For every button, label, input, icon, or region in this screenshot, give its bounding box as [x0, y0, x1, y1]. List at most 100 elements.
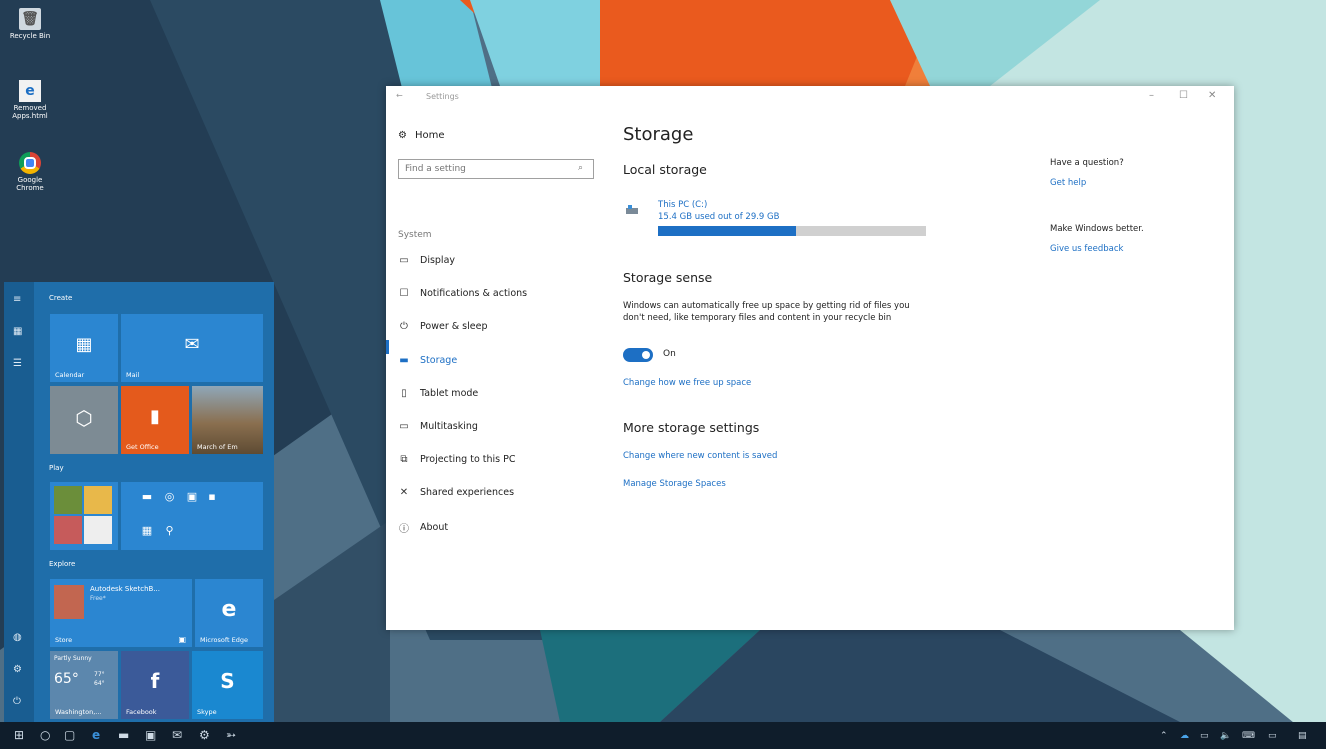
file-explorer-icon[interactable]: ▬ [118, 728, 129, 742]
minimize-button[interactable]: – [1149, 90, 1154, 101]
tile-label: Calendar [55, 371, 85, 379]
store-taskbar-icon[interactable]: ▣ [145, 728, 156, 742]
volume-icon[interactable]: 🔈 [1220, 731, 1231, 741]
storage-sense-description: Windows can automatically free up space … [623, 301, 910, 323]
display-icon: ▭ [399, 255, 409, 266]
nav-item-projecting[interactable]: ⧉ Projecting to this PC [398, 454, 516, 465]
nav-item-display[interactable]: ▭ Display [398, 255, 455, 266]
close-button[interactable]: ✕ [1208, 90, 1216, 101]
tile-calendar[interactable]: ▦ Calendar [50, 314, 118, 382]
power-button-icon[interactable]: ⏻ [13, 696, 21, 707]
search-input[interactable] [398, 159, 594, 179]
start-button-icon[interactable]: ⊞ [14, 728, 24, 742]
change-content-location-link[interactable]: Change where new content is saved [623, 451, 777, 461]
nav-item-multitasking[interactable]: ▭ Multitasking [398, 421, 478, 432]
get-help-link[interactable]: Get help [1050, 178, 1086, 188]
tile-mail[interactable]: ✉ Mail [121, 314, 263, 382]
edge-file-icon: e [19, 80, 41, 102]
nav-item-about[interactable]: ⓘ About [398, 520, 448, 535]
make-windows-better: Make Windows better. [1050, 224, 1144, 234]
storage-sense-toggle[interactable] [623, 348, 653, 362]
window-title: Settings [426, 92, 459, 101]
tile-label: Washington,... [55, 708, 102, 716]
group-label-explore: Explore [49, 560, 76, 568]
tile-label: Microsoft Edge [200, 636, 249, 644]
tile-microsoft-edge[interactable]: e Microsoft Edge [195, 579, 263, 647]
toggle-state-label: On [663, 349, 676, 359]
nav-item-label: Shared experiences [420, 487, 515, 498]
all-apps-icon[interactable]: ☰ [13, 358, 22, 369]
task-view-icon[interactable]: ▢ [64, 728, 75, 742]
network-icon[interactable]: ▭ [1200, 731, 1209, 741]
cloud-icon[interactable]: ☁ [1180, 731, 1189, 741]
tablet-tray-icon[interactable]: ▭ [1268, 731, 1277, 741]
action-center-icon[interactable]: ▤ [1298, 731, 1307, 741]
nav-item-notifications[interactable]: ☐ Notifications & actions [398, 288, 528, 299]
weather-condition: Partly Sunny [54, 655, 92, 662]
more-storage-heading: More storage settings [623, 420, 760, 435]
tile-weather[interactable]: Partly Sunny 65° 77° 64° Washington,... [50, 651, 118, 719]
desktop-icon-label: Google Chrome [16, 176, 44, 192]
nav-item-power[interactable]: ⏻ Power & sleep [398, 321, 487, 332]
back-arrow-icon[interactable]: ← [396, 91, 403, 100]
chevron-up-icon[interactable]: ⌃ [1160, 731, 1168, 741]
settings-gear-icon[interactable]: ⚙ [13, 664, 22, 675]
nav-item-shared[interactable]: ✕ Shared experiences [398, 487, 514, 498]
power-icon: ⏻ [400, 321, 408, 332]
change-free-up-link[interactable]: Change how we free up space [623, 378, 751, 388]
skype-icon: S [220, 669, 235, 693]
drive-name: This PC (C:) [658, 200, 708, 210]
cortana-icon[interactable]: ○ [40, 728, 50, 742]
app-taskbar-icon[interactable]: ➳ [226, 728, 236, 742]
weather-high: 77° [94, 671, 105, 678]
keyboard-icon[interactable]: ⌨ [1242, 731, 1255, 741]
tile-label: Mail [126, 371, 140, 379]
store-app-price: Free* [90, 595, 106, 602]
tile-label: Facebook [126, 708, 157, 716]
edge-taskbar-icon[interactable]: e [92, 728, 100, 742]
desktop-icon-chrome[interactable]: Google Chrome [4, 152, 56, 192]
desktop-icon-removed-apps[interactable]: e Removed Apps.html [4, 80, 56, 120]
info-icon: ⓘ [399, 524, 409, 535]
tile-apps-folder[interactable]: ▬ ◎ ▣ ▪ ▦ ⚲ [121, 482, 263, 550]
projecting-icon: ⧉ [400, 454, 408, 465]
notifications-icon: ☐ [399, 288, 409, 299]
hexagon-icon: ⬡ [75, 406, 93, 430]
group-label-play: Play [49, 464, 64, 472]
hamburger-icon[interactable]: ≡ [13, 294, 21, 305]
manage-storage-spaces-link[interactable]: Manage Storage Spaces [623, 479, 726, 489]
give-feedback-link[interactable]: Give us feedback [1050, 244, 1123, 254]
weather-temp: 65° [54, 671, 79, 687]
shared-icon: ✕ [399, 487, 409, 498]
settings-window: ← Settings – ☐ ✕ ⚙ Home ⌕ System ▭ Displ… [386, 86, 1234, 630]
tile-skype[interactable]: S Skype [192, 651, 263, 719]
desktop-icon-recycle-bin[interactable]: 🗑 Recycle Bin [4, 8, 56, 40]
nav-item-label: Projecting to this PC [420, 454, 516, 465]
tile-march-of-empires[interactable]: March of Em [192, 386, 263, 454]
multitasking-icon: ▭ [399, 421, 409, 432]
mail-taskbar-icon[interactable]: ✉ [172, 728, 182, 742]
nav-item-label: Power & sleep [420, 321, 488, 332]
nav-item-storage[interactable]: ▬ Storage [398, 355, 457, 366]
maximize-button[interactable]: ☐ [1179, 90, 1188, 101]
storage-page: Storage Local storage This PC (C:) 15.4 … [623, 108, 1223, 628]
tile-facebook[interactable]: f Facebook [121, 651, 189, 719]
nav-home-label: Home [414, 130, 445, 141]
tile-store[interactable]: Autodesk SketchB... Free* Store ▣ [50, 579, 192, 647]
tile-label: Get Office [126, 443, 159, 451]
explorer-icon[interactable]: ◍ [13, 632, 22, 643]
desktop-icon-label: Removed Apps.html [12, 104, 48, 120]
tiles-icon[interactable]: ▦ [13, 326, 22, 337]
tile-get-office[interactable]: ▮ Get Office [121, 386, 189, 454]
nav-home[interactable]: ⚙ Home [398, 130, 445, 141]
settings-taskbar-icon[interactable]: ⚙ [199, 728, 210, 742]
storage-sense-heading: Storage sense [623, 270, 713, 285]
drive-icon [626, 205, 638, 214]
nav-item-tablet[interactable]: ▯ Tablet mode [398, 388, 478, 399]
edge-icon: e [221, 597, 237, 622]
selection-indicator [386, 340, 389, 354]
tile-hex-app[interactable]: ⬡ [50, 386, 118, 454]
nav-item-label: Storage [420, 355, 458, 366]
search-icon[interactable]: ⌕ [578, 163, 583, 173]
title-bar: ← Settings – ☐ ✕ [386, 86, 1234, 108]
